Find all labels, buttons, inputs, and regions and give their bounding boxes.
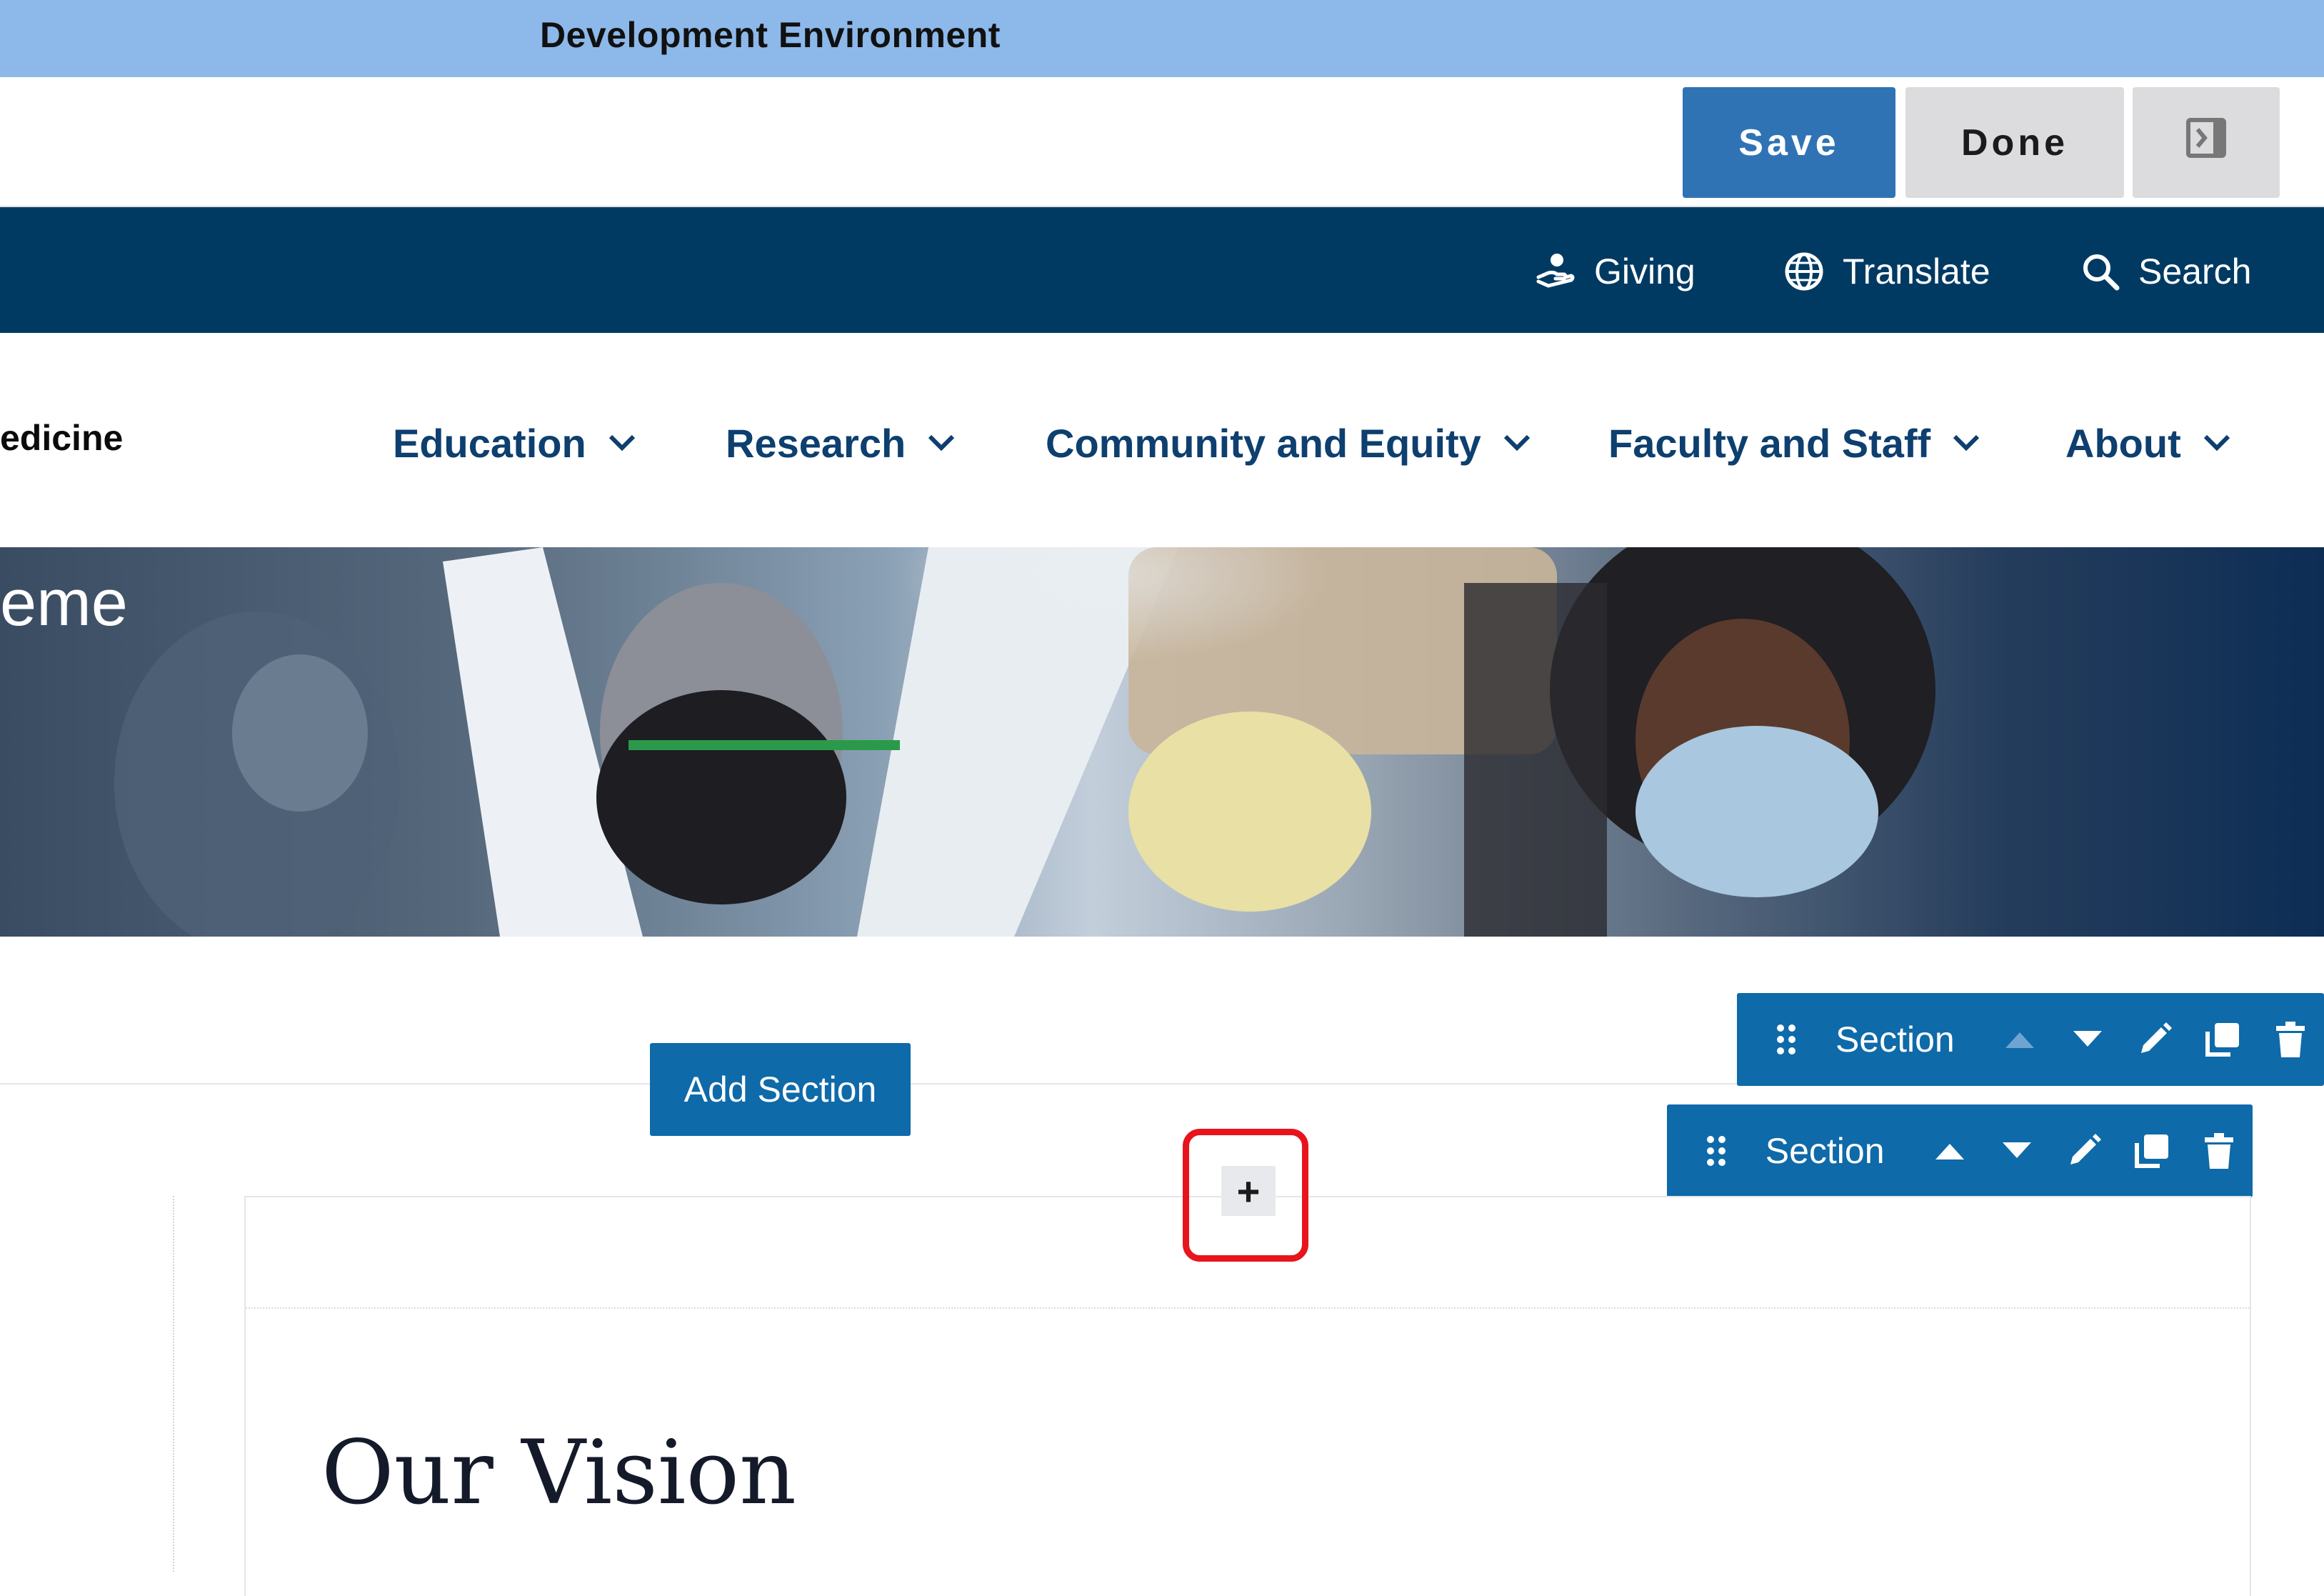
edit-pencil-icon[interactable] (2121, 1004, 2189, 1075)
done-button[interactable]: Done (1905, 87, 2124, 198)
section-heading: Our Vision (321, 1422, 797, 1525)
chevron-down-icon (2203, 434, 2230, 452)
giving-link[interactable]: Giving (1536, 246, 1696, 296)
translate-link[interactable]: Translate (1784, 246, 1990, 296)
nav-item-research[interactable]: Research (726, 414, 956, 472)
chevron-down-icon (1503, 434, 1530, 452)
dev-environment-banner (0, 0, 2324, 77)
save-button[interactable]: Save (1683, 87, 1895, 198)
nav-item-education[interactable]: Education (393, 414, 636, 472)
giving-label: Giving (1594, 251, 1696, 291)
move-up-icon[interactable] (1986, 1004, 2054, 1075)
hero-image (0, 547, 2324, 937)
section-toolbar: Section (1737, 993, 2324, 1086)
hero-title: eme (0, 567, 128, 639)
section-label: Section (1765, 1131, 1885, 1171)
duplicate-icon[interactable] (2118, 1115, 2185, 1187)
nav-item-community-and-equity[interactable]: Community and Equity (1046, 414, 1531, 472)
move-up-icon[interactable] (1916, 1115, 1983, 1187)
globe-icon (1785, 252, 1823, 291)
search-icon (2083, 254, 2120, 291)
add-section-button[interactable]: Add Section (650, 1043, 911, 1136)
delete-trash-icon[interactable] (2256, 1004, 2324, 1075)
hand-giving-icon (1536, 254, 1575, 288)
nav-item-about[interactable]: About (2065, 414, 2231, 472)
section-label: Section (1835, 1019, 1955, 1059)
left-region (0, 1196, 174, 1572)
chevron-down-icon (928, 434, 955, 452)
move-down-icon[interactable] (2053, 1004, 2121, 1075)
sidebar-toggle-icon (2186, 118, 2226, 167)
nav-item-label: Community and Equity (1046, 420, 1481, 466)
edit-pencil-icon[interactable] (2050, 1115, 2118, 1187)
delete-trash-icon[interactable] (2185, 1115, 2253, 1187)
nav-item-label: Research (726, 420, 906, 466)
sidebar-toggle-button[interactable] (2133, 87, 2280, 198)
search-label: Search (2138, 251, 2252, 291)
nav-item-label: Education (393, 420, 586, 466)
nav-item-faculty-and-staff[interactable]: Faculty and Staff (1608, 414, 1980, 472)
dev-environment-label: Development Environment (540, 15, 1001, 55)
drag-handle-icon[interactable] (1765, 1004, 1807, 1075)
drag-handle-icon[interactable] (1696, 1115, 1737, 1187)
move-down-icon[interactable] (1983, 1115, 2050, 1187)
duplicate-icon[interactable] (2189, 1004, 2257, 1075)
chevron-down-icon (608, 434, 635, 452)
search-link[interactable]: Search (2081, 246, 2251, 296)
section-toolbar: Section (1667, 1104, 2253, 1197)
protest-photo (114, 547, 1935, 937)
nav-item-label: About (2065, 420, 2181, 466)
nav-item-label: Faculty and Staff (1608, 420, 1931, 466)
highlight-annotation (1183, 1129, 1308, 1262)
chevron-down-icon (1953, 434, 1980, 452)
translate-label: Translate (1843, 251, 1990, 291)
site-name[interactable]: edicine (0, 417, 123, 459)
